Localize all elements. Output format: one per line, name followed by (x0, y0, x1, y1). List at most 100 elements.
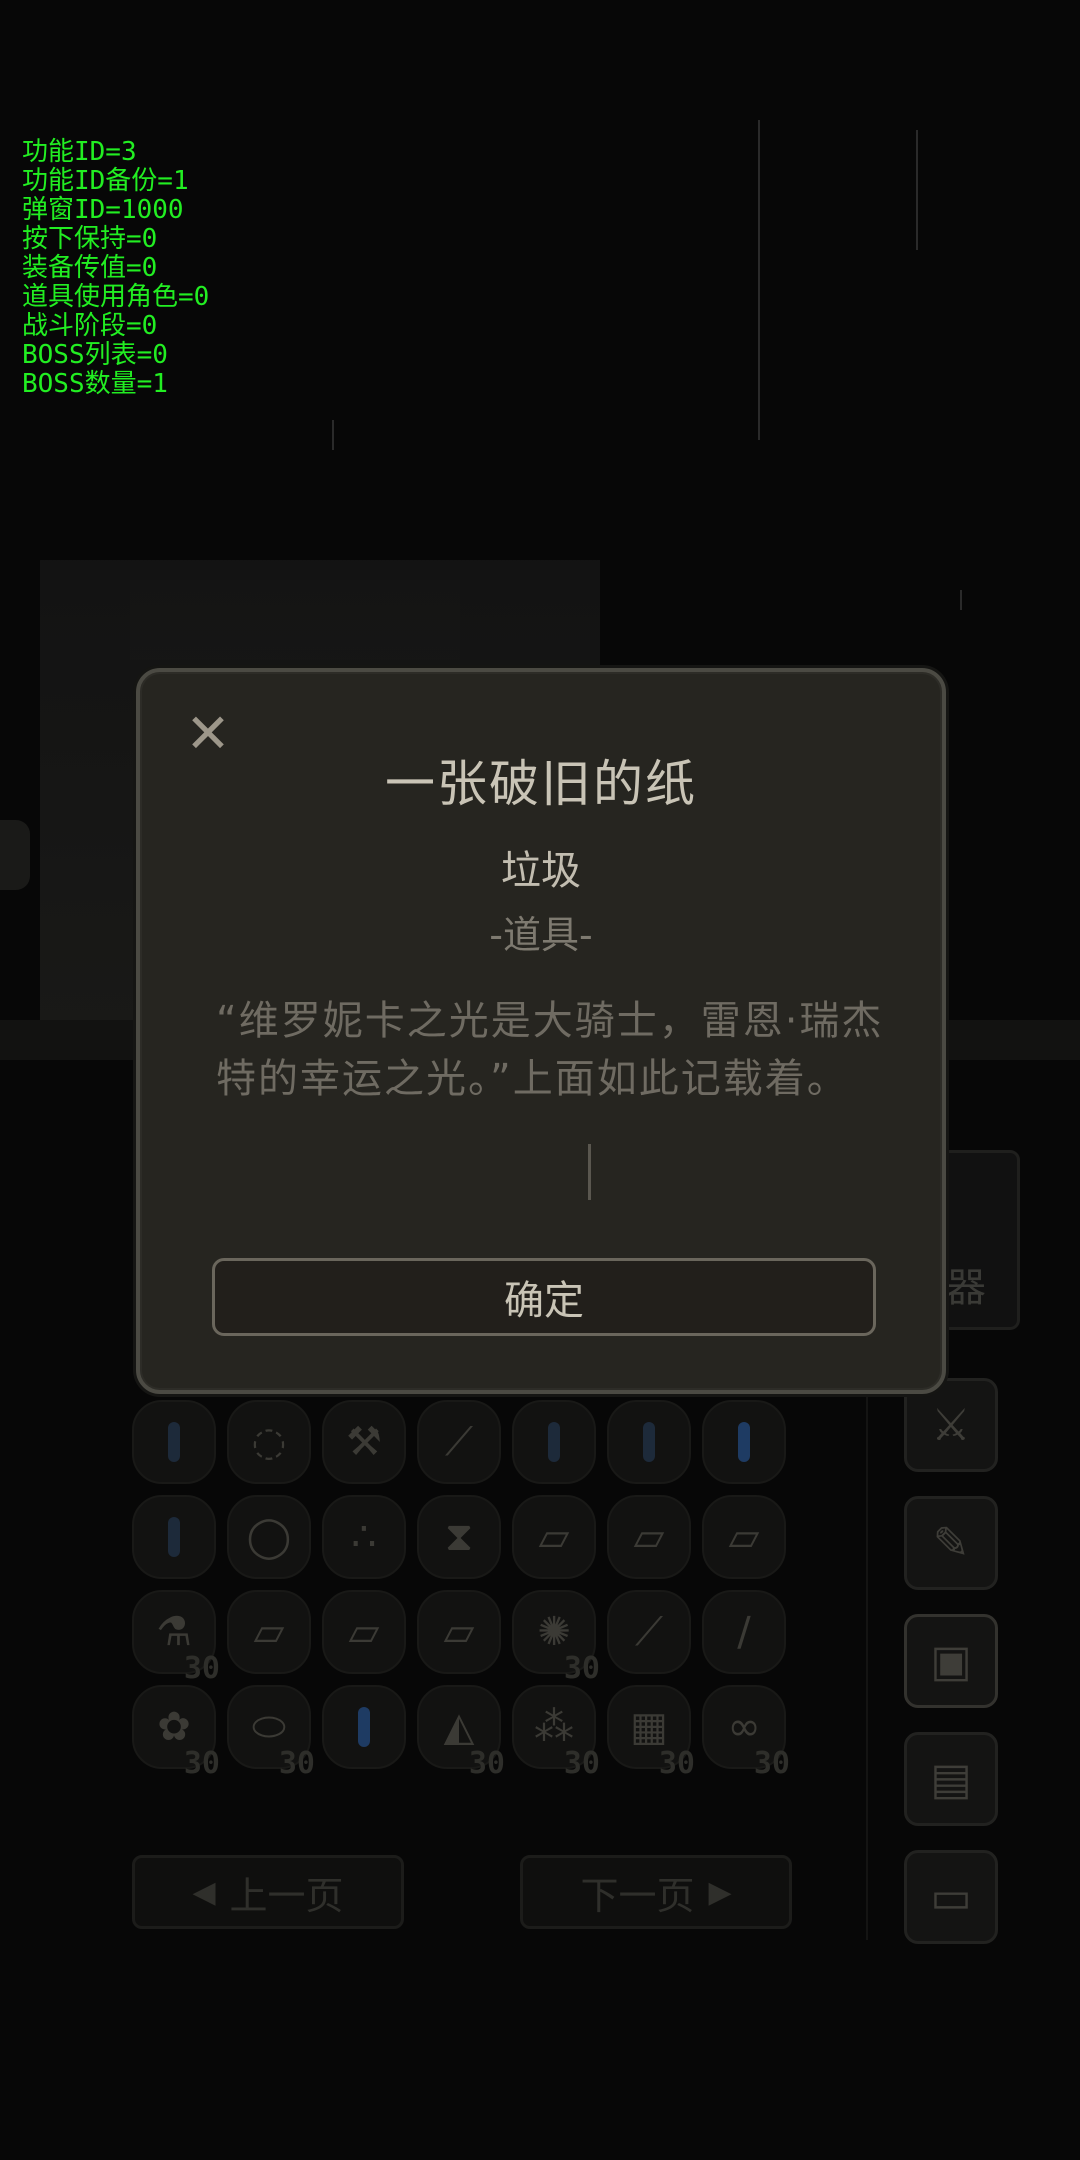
item-count: 30 (183, 1746, 220, 1781)
inventory-slot[interactable] (702, 1400, 786, 1484)
inventory-slot[interactable]: ▱ (702, 1495, 786, 1579)
inventory-slot[interactable] (512, 1400, 596, 1484)
scroll-icon: ▱ (253, 1609, 285, 1655)
text-cursor (588, 1144, 591, 1200)
debug-line: BOSS列表=0 (22, 340, 168, 370)
rain-streak (758, 120, 760, 440)
inventory-slot[interactable]: ⁂ 30 (512, 1685, 600, 1781)
inventory-slot[interactable]: ◭ 30 (417, 1685, 505, 1781)
item-type: -道具- (489, 913, 593, 957)
inventory-slot[interactable]: ▦ 30 (607, 1685, 695, 1781)
prev-page-button[interactable]: ◀ 上一页 (132, 1855, 404, 1929)
panel-divider (866, 1380, 868, 1940)
prev-page-label: 上一页 (229, 1873, 344, 1918)
notes-button[interactable]: ✎ (904, 1496, 998, 1590)
debug-overlay: 功能ID=3 功能ID备份=1 弹窗ID=1000 按下保持=0 装备传值=0 道具使用角… (22, 138, 209, 399)
item-count: 30 (563, 1651, 600, 1686)
inventory-slot[interactable]: ∕ (702, 1590, 786, 1674)
rain-streak (916, 130, 918, 250)
inventory-slot[interactable]: ▱ (512, 1495, 596, 1579)
debug-line: 弹窗ID=1000 (22, 195, 184, 225)
inventory-slot[interactable]: ⟋ (607, 1590, 691, 1674)
scroll-icon: ▱ (728, 1514, 760, 1560)
inventory-slot[interactable]: ▱ (417, 1590, 501, 1674)
map-button[interactable]: ▣ (904, 1614, 998, 1708)
pretzel-icon: ∞ (727, 1704, 761, 1750)
scroll-icon: ▱ (348, 1609, 380, 1655)
potion-icon: ⚗ (156, 1609, 192, 1655)
inventory-slot[interactable] (132, 1400, 216, 1484)
weapon-tab-label: 器 (946, 1265, 986, 1311)
bread-icon: ⬭ (251, 1704, 287, 1750)
debug-line: 按下保持=0 (22, 224, 158, 254)
inventory-slot[interactable]: ◯ (227, 1495, 311, 1579)
item-detail-dialog: ✕ 一张破旧的纸 垃圾 -道具- “维罗妮卡之光是大骑士，雷恩·瑞杰特的幸运之光… (136, 668, 946, 1394)
item-count: 30 (563, 1746, 600, 1781)
inventory-slot[interactable]: ∞ 30 (702, 1685, 790, 1781)
item-name: 一张破旧的纸 (385, 755, 697, 813)
debug-line: 功能ID备份=1 (22, 166, 189, 196)
inventory-slot[interactable]: ⚗ 30 (132, 1590, 220, 1686)
triangle-left-icon: ◀ (192, 1874, 216, 1910)
inventory-slot[interactable] (607, 1400, 691, 1484)
debug-line: 装备传值=0 (22, 253, 158, 283)
inventory-slot[interactable]: ⬭ 30 (227, 1685, 315, 1781)
rain-streak (332, 420, 334, 450)
gem-icon (168, 1517, 180, 1557)
inventory-slot[interactable]: ✺ 30 (512, 1590, 600, 1686)
debug-line: 道具使用角色=0 (22, 282, 210, 312)
inventory-slot[interactable]: ▱ (227, 1590, 311, 1674)
scroll-icon: ▱ (538, 1514, 570, 1560)
document-button[interactable]: ▤ (904, 1732, 998, 1826)
mace-icon: ⚒ (346, 1419, 382, 1465)
scroll-icon: ▱ (633, 1514, 665, 1560)
item-count: 30 (183, 1651, 220, 1686)
item-count: 30 (468, 1746, 505, 1781)
sword-icon: ⟋ (635, 1609, 663, 1655)
gem-icon (168, 1422, 180, 1462)
knife-icon: ∕ (737, 1609, 751, 1655)
debug-line: 战斗阶段=0 (22, 311, 158, 341)
inventory-slot[interactable]: ▱ (322, 1590, 406, 1674)
computer-button[interactable]: ▭ (904, 1850, 998, 1944)
crossed-swords-icon: ⚔ (931, 1399, 971, 1451)
rain-streak (960, 590, 962, 610)
inventory-slot[interactable]: ⚒ (322, 1400, 406, 1484)
hourglass-icon: ⧗ (444, 1514, 474, 1560)
quill-icon: ✎ (932, 1517, 970, 1569)
next-page-button[interactable]: 下一页 ▶ (520, 1855, 792, 1929)
inventory-slot[interactable]: ▱ (607, 1495, 691, 1579)
gem-icon (548, 1422, 560, 1462)
necklace-icon: ◌ (251, 1419, 287, 1465)
inventory-slot[interactable] (322, 1685, 406, 1769)
inventory-slot[interactable]: ◌ (227, 1400, 311, 1484)
inventory-slot[interactable]: ∴ (322, 1495, 406, 1579)
item-count: 30 (753, 1746, 790, 1781)
inventory-slot[interactable]: ⧗ (417, 1495, 501, 1579)
item-description: “维罗妮卡之光是大骑士，雷恩·瑞杰特的幸运之光。”上面如此记载着。 (216, 998, 884, 1102)
stones-icon: ⁂ (534, 1704, 574, 1750)
gem-icon (358, 1707, 370, 1747)
map-icon: ▣ (930, 1635, 972, 1687)
gem-icon (738, 1422, 750, 1462)
inventory-slot[interactable] (132, 1495, 216, 1579)
gem-icon (643, 1422, 655, 1462)
confirm-button[interactable]: 确定 (212, 1258, 876, 1336)
orbs-icon: ∴ (351, 1514, 377, 1560)
document-icon: ▤ (930, 1753, 972, 1805)
computer-icon: ▭ (930, 1871, 972, 1923)
hedgehog-icon: ✺ (537, 1609, 571, 1655)
next-page-label: 下一页 (580, 1873, 695, 1918)
cake-icon: ◭ (443, 1704, 475, 1750)
herb-icon: ✿ (157, 1704, 191, 1750)
sword-icon: ⟋ (445, 1419, 473, 1465)
inventory-slot[interactable]: ⟋ (417, 1400, 501, 1484)
triangle-right-icon: ▶ (708, 1874, 732, 1910)
item-count: 30 (278, 1746, 315, 1781)
item-count: 30 (658, 1746, 695, 1781)
cloth-icon: ▦ (630, 1704, 668, 1750)
inventory-slot[interactable]: ✿ 30 (132, 1685, 220, 1781)
debug-line: BOSS数量=1 (22, 369, 168, 399)
side-tab-left[interactable] (0, 820, 30, 890)
debug-line: 功能ID=3 (22, 137, 137, 167)
